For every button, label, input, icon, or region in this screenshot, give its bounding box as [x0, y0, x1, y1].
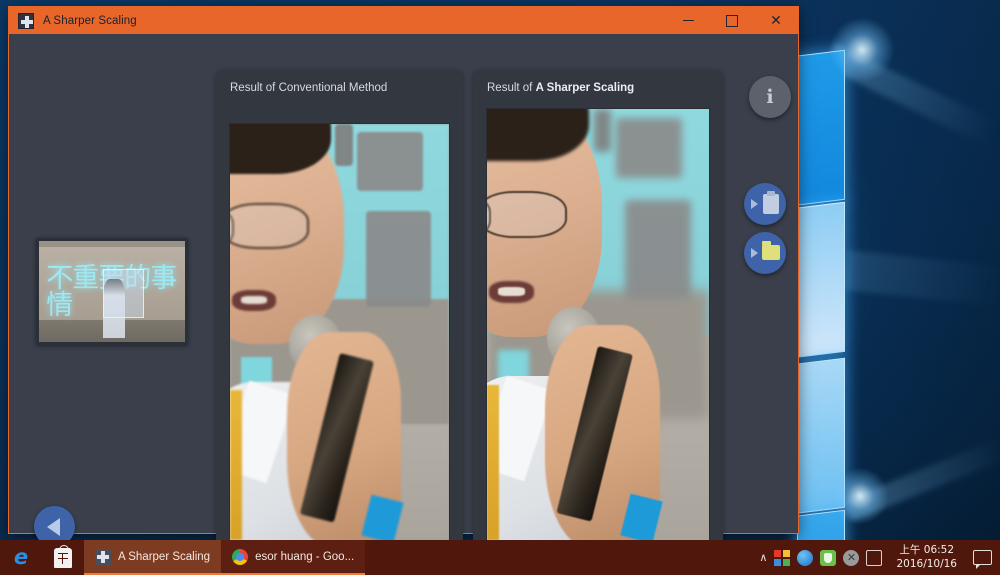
photo-block-2 — [365, 211, 432, 308]
sharper-result-card: Result of A Sharper Scaling — [473, 70, 723, 554]
conventional-result-label: Result of Conventional Method — [230, 82, 388, 94]
arrow-right-icon — [751, 199, 758, 209]
photo-teeth — [240, 295, 268, 305]
taskbar: e A Sharper Scaling esor huang - Goo... … — [0, 540, 1000, 575]
sharper-label-prefix: Result of — [487, 82, 536, 94]
clock-date: 2016/10/16 — [896, 557, 957, 570]
photo-block-1 — [357, 132, 423, 191]
windows-logo-watermark — [797, 26, 857, 575]
source-thumbnail[interactable]: 不重要的事情 — [36, 238, 188, 345]
title-bar[interactable]: A Sharper Scaling ✕ — [9, 7, 798, 34]
conventional-result-image — [229, 123, 450, 541]
desktop: A Sharper Scaling ✕ 不重要的事情 Result of Con… — [0, 0, 1000, 575]
action-center-icon[interactable] — [973, 550, 992, 569]
window-title: A Sharper Scaling — [43, 14, 137, 27]
photo-block-1 — [615, 117, 683, 178]
app-logo-icon — [18, 12, 34, 29]
taskbar-task-label: A Sharper Scaling — [118, 550, 211, 563]
info-button[interactable]: i — [749, 76, 791, 118]
photo-block-2 — [624, 199, 692, 299]
clock-time: 上午 06:52 — [899, 544, 955, 557]
back-arrow-icon — [46, 517, 60, 536]
photo-yellow-stripe — [487, 384, 500, 540]
tray-box-icon[interactable] — [866, 549, 883, 566]
source-thumbnail-image: 不重要的事情 — [39, 241, 185, 342]
copy-to-clipboard-button[interactable] — [744, 183, 786, 225]
sharper-result-label: Result of A Sharper Scaling — [487, 82, 634, 94]
arrow-right-icon — [751, 248, 758, 258]
logo-pane-top-left — [797, 49, 845, 206]
taskbar-task-chrome[interactable]: esor huang - Goo... — [221, 540, 366, 575]
info-icon: i — [766, 86, 774, 108]
thumbnail-selection-rect[interactable] — [103, 269, 145, 318]
folder-icon — [762, 241, 780, 260]
sharper-result-image — [486, 108, 710, 541]
photo-glasses-right — [487, 190, 567, 239]
photo-block-3 — [335, 124, 353, 166]
color-tiles-icon[interactable] — [774, 549, 791, 566]
edge-icon: e — [13, 545, 29, 569]
chrome-icon — [232, 548, 249, 565]
globe-icon[interactable] — [797, 549, 814, 566]
light-flare-bottom — [832, 468, 888, 524]
photo-glasses-right — [230, 203, 309, 249]
clipboard-icon — [763, 191, 779, 214]
system-tray: ∧ ✕ 上午 06:52 2016/10/16 — [759, 540, 1000, 575]
save-to-folder-button[interactable] — [744, 232, 786, 274]
shield-icon[interactable] — [820, 549, 837, 566]
minimize-button[interactable] — [666, 7, 710, 34]
show-hidden-icons-icon[interactable]: ∧ — [759, 551, 767, 564]
taskbar-task-sharper-scaling[interactable]: A Sharper Scaling — [84, 540, 222, 575]
taskbar-store-button[interactable] — [42, 540, 84, 575]
app-body: 不重要的事情 Result of Conventional Method Bil… — [9, 34, 798, 554]
store-icon — [54, 544, 72, 568]
photo-yellow-stripe — [230, 390, 243, 540]
close-circle-icon[interactable]: ✕ — [843, 549, 860, 566]
sharper-label-bold: A Sharper Scaling — [535, 82, 635, 94]
photo-teeth — [498, 287, 525, 296]
logo-pane-bottom-left — [797, 201, 845, 358]
close-button[interactable]: ✕ — [754, 7, 798, 34]
window-controls: ✕ — [666, 7, 798, 34]
conventional-result-card: Result of Conventional Method Bilinear I… — [216, 70, 463, 554]
taskbar-task-label: esor huang - Goo... — [255, 550, 355, 563]
clock[interactable]: 上午 06:52 2016/10/16 — [889, 544, 964, 570]
photo-block-3 — [593, 109, 612, 153]
app-window: A Sharper Scaling ✕ 不重要的事情 Result of Con… — [8, 6, 799, 554]
maximize-button[interactable] — [710, 7, 754, 34]
app-logo-icon — [95, 548, 111, 565]
light-flare-top — [830, 18, 894, 82]
taskbar-edge-button[interactable]: e — [0, 540, 42, 575]
